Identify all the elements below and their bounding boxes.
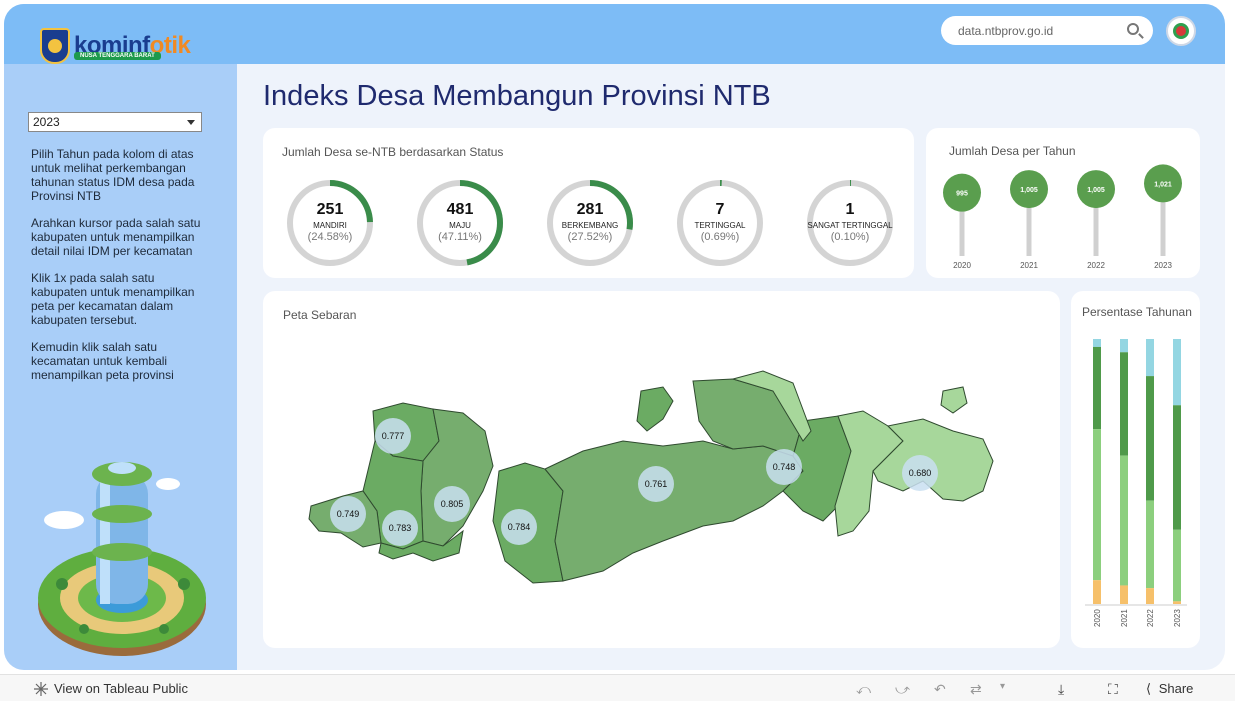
donut-count: 251	[316, 201, 344, 218]
percent-bar-segment	[1173, 529, 1181, 602]
map-bubble-value: 0.749	[337, 509, 360, 519]
lollipop-year-label: 2020	[953, 261, 971, 270]
status-donut-tertinggal[interactable]: 7 TERTINGGAL (0.69%)	[675, 178, 765, 268]
percent-bar-segment	[1093, 580, 1101, 604]
percent-bar-segment	[1173, 601, 1181, 604]
percent-bar-segment	[1120, 339, 1128, 353]
percent-bar-segment	[1120, 455, 1128, 586]
donut-label: TERTINGGAL	[694, 221, 746, 230]
ntb-map[interactable]: 0.777 0.749 0.783 0.805 0.784 0.761 0.748 0.680	[263, 291, 1060, 648]
percent-bar-segment	[1146, 588, 1154, 604]
status-card: Jumlah Desa se-NTB berdasarkan Status 25…	[263, 128, 914, 278]
logo-subtitle: NUSA TENGGARA BARAT	[74, 52, 161, 60]
percent-bar-segment	[1093, 346, 1101, 430]
pause-dropdown-icon[interactable]: ▾	[1000, 681, 1005, 692]
view-on-tableau-label: View on Tableau Public	[54, 681, 188, 696]
revert-icon[interactable]: ↶	[934, 681, 946, 698]
percent-bar-segment	[1173, 405, 1181, 530]
share-button[interactable]: ⟨ Share	[1146, 681, 1193, 697]
donut-count: 281	[576, 201, 604, 218]
status-donut-mandiri[interactable]: 251 MANDIRI (24.58%)	[285, 178, 375, 268]
map-bubble-value: 0.777	[382, 431, 405, 441]
donut-label: SANGAT TERTINGGAL	[807, 221, 893, 230]
instruction-1: Pilih Tahun pada kolom di atas untuk mel…	[31, 147, 195, 203]
percent-stacked-bar-chart: 2020 2021 2022 2023	[1085, 339, 1187, 627]
percent-bar-segment	[1146, 500, 1154, 589]
map-card: Peta Sebaran 0.777 0.749 0.783 0.805 0.784 0.…	[263, 291, 1060, 648]
chevron-down-icon	[187, 120, 195, 125]
status-donut-berkembang[interactable]: 281 BERKEMBANG (27.52%)	[545, 178, 635, 268]
view-on-tableau-link[interactable]: View on Tableau Public	[34, 681, 188, 696]
percent-card: Persentase Tahunan 2020 2021 2022 2023	[1071, 291, 1200, 648]
percent-year-label: 2022	[1146, 609, 1155, 627]
year-select-value: 2023	[33, 115, 60, 129]
tableau-icon	[34, 681, 48, 696]
share-label: Share	[1158, 681, 1194, 696]
page-title: Indeks Desa Membangun Provinsi NTB	[263, 80, 771, 112]
percent-bar-segment	[1093, 429, 1101, 581]
undo-icon[interactable]: ⤺	[856, 681, 871, 698]
status-donut-sangat-tertinggal[interactable]: 1 SANGAT TERTINGGAL (0.10%)	[805, 178, 895, 268]
download-icon[interactable]: ⤓	[1058, 681, 1064, 698]
instruction-2: Arahkan kursor pada salah satu kabupaten…	[31, 216, 201, 258]
donut-label: BERKEMBANG	[561, 221, 619, 230]
fullscreen-icon[interactable]: ⛶	[1108, 681, 1118, 698]
map-bubble-value: 0.805	[441, 499, 464, 509]
lollipop-value: 995	[956, 191, 968, 198]
percent-bar-segment	[1120, 352, 1128, 456]
refresh-icon[interactable]: ⇄	[970, 681, 982, 698]
donut-count: 7	[715, 201, 725, 218]
lollipop-year-label: 2023	[1154, 261, 1172, 270]
donut-percent: (0.10%)	[830, 231, 870, 243]
percent-year-label: 2021	[1120, 609, 1129, 627]
sidebar: kominfotik NUSA TENGGARA BARAT 2023 Pili…	[4, 4, 237, 670]
donut-label: MANDIRI	[313, 221, 347, 230]
map-bubble-value: 0.784	[508, 522, 531, 532]
donut-percent: (47.11%)	[438, 231, 482, 243]
percent-bar-segment	[1146, 339, 1154, 377]
region-sangeang	[940, 386, 968, 414]
instruction-3: Klik 1x pada salah satu kabupaten untuk …	[31, 271, 195, 327]
map-bubble-value: 0.748	[773, 462, 796, 472]
percent-year-label: 2023	[1173, 609, 1182, 627]
map-bubble-value: 0.783	[389, 523, 412, 533]
map-bubble-value: 0.680	[909, 468, 932, 478]
donut-label: MAJU	[449, 221, 471, 230]
percent-year-label: 2020	[1093, 609, 1102, 627]
donut-count: 481	[446, 201, 474, 218]
donut-percent: (27.52%)	[567, 231, 613, 243]
lollipop-value: 1,005	[1020, 187, 1038, 194]
year-card: Jumlah Desa per Tahun 995 2020 1,005 2021 1,…	[926, 128, 1200, 278]
donut-percent: (0.69%)	[700, 231, 740, 243]
instruction-4: Kemudin klik salah satu kecamatan untuk …	[31, 340, 174, 382]
lollipop-year-label: 2021	[1020, 261, 1038, 270]
percent-bar-segment	[1093, 339, 1101, 347]
year-lollipop-chart: 995 2020 1,005 2021 1,005 2022 1,021 2023	[943, 164, 1182, 270]
map-bubble-value: 0.761	[645, 479, 668, 489]
search-icon[interactable]	[1127, 23, 1139, 35]
ntb-shield-icon	[40, 28, 70, 64]
donut-count: 1	[845, 201, 855, 218]
redo-icon[interactable]: ⤻	[895, 681, 910, 698]
region-sumbawa	[544, 440, 804, 582]
status-donut-maju[interactable]: 481 MAJU (47.11%)	[415, 178, 505, 268]
share-icon: ⟨	[1146, 681, 1152, 696]
smart-city-illustration	[38, 462, 206, 656]
year-select[interactable]: 2023	[28, 112, 202, 132]
donut-percent: (24.58%)	[307, 231, 353, 243]
lollipop-year-label: 2022	[1087, 261, 1105, 270]
ntb-emblem-icon	[1166, 16, 1196, 46]
region-moyo-island	[636, 386, 674, 432]
search-box[interactable]: data.ntbprov.go.id	[941, 16, 1153, 45]
percent-bar-segment	[1120, 585, 1128, 604]
status-card-title: Jumlah Desa se-NTB berdasarkan Status	[282, 145, 504, 159]
percent-bar-segment	[1173, 339, 1181, 406]
percent-bar-segment	[1146, 376, 1154, 501]
search-text: data.ntbprov.go.id	[958, 24, 1054, 38]
lollipop-value: 1,005	[1087, 187, 1105, 194]
tableau-footer: View on Tableau Public ⤺ ⤻ ↶ ⇄ ▾ ⤓ ⛶ ⟨ S…	[0, 674, 1235, 701]
lollipop-value: 1,021	[1154, 181, 1172, 188]
